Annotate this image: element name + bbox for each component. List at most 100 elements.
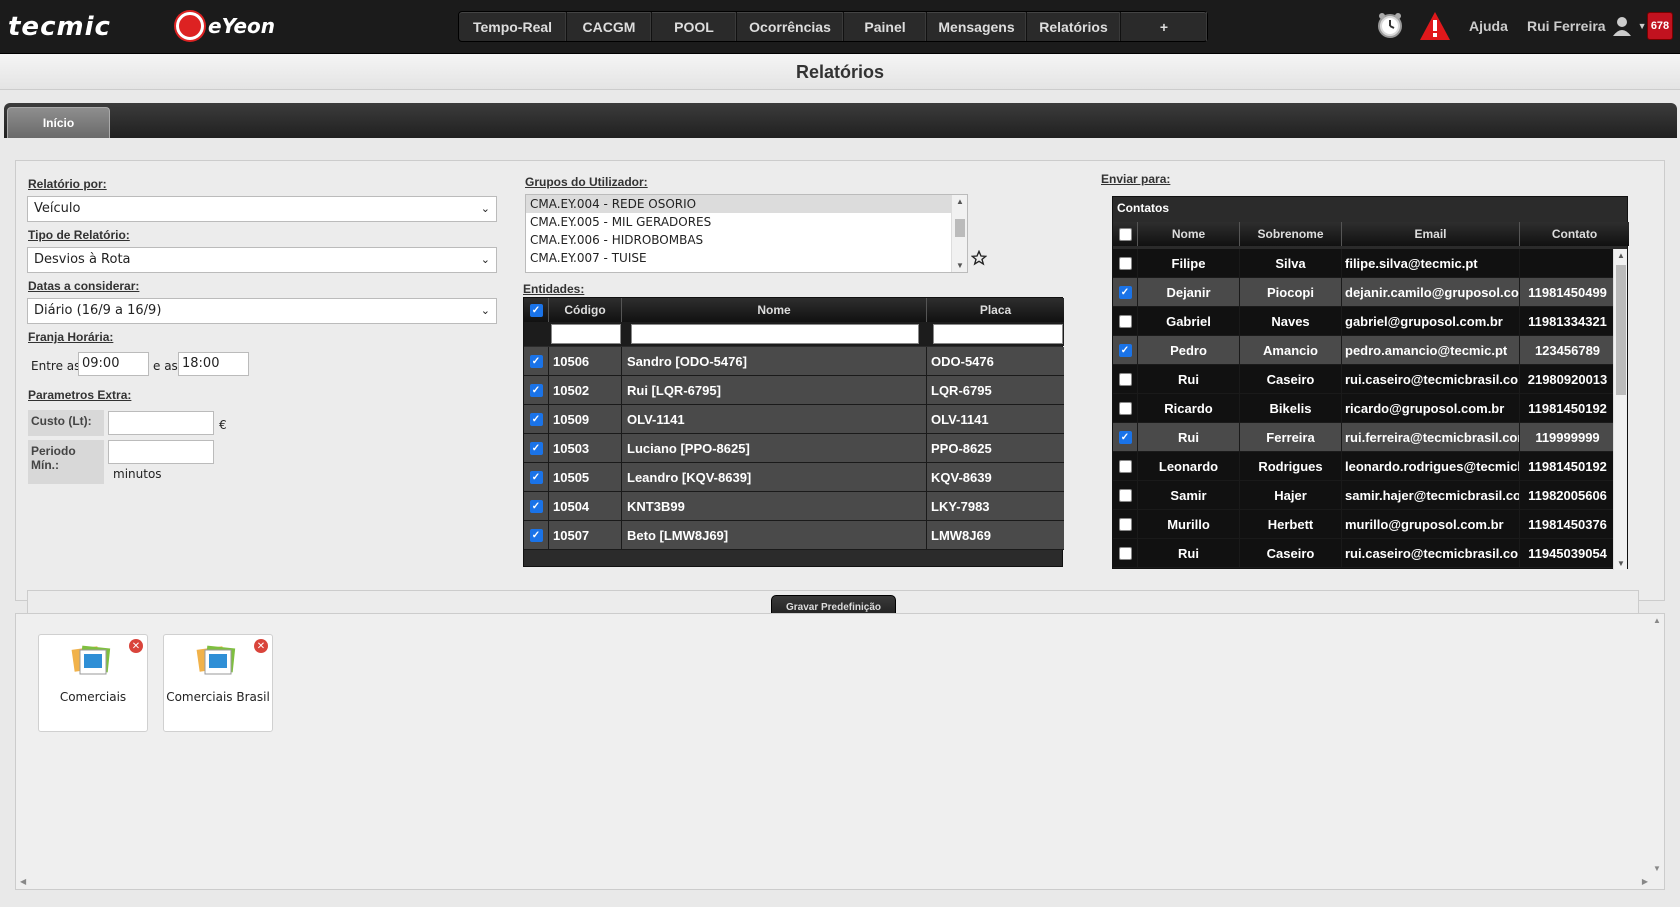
- scroll-down-icon[interactable]: ▼: [1614, 559, 1628, 568]
- table-row[interactable]: ✓ Dejanir Piocopi dejanir.camilo@gruposol.c…: [1113, 278, 1615, 307]
- row-checkbox[interactable]: [1118, 314, 1132, 328]
- from-time-input[interactable]: 09:00: [78, 352, 149, 376]
- table-row[interactable]: Rui Caseiro rui.caseiro@tecmicbrasil.com 11…: [1113, 539, 1615, 568]
- row-checkbox[interactable]: [1118, 517, 1132, 531]
- table-row[interactable]: Filipe Silva filipe.silva@tecmic.pt: [1113, 249, 1615, 278]
- groups-scrollbar[interactable]: ▲ ▼: [951, 195, 967, 272]
- scroll-down-icon[interactable]: ▼: [952, 261, 967, 270]
- table-row[interactable]: Leonardo Rodrigues leonardo.rodrigues@tecm…: [1113, 452, 1615, 481]
- delete-icon[interactable]: ✕: [254, 639, 268, 653]
- preset-card[interactable]: Comerciais ✕: [38, 634, 148, 732]
- table-row[interactable]: Gabriel Naves gabriel@gruposol.com.br 11981…: [1113, 307, 1615, 336]
- row-checkbox[interactable]: [1118, 256, 1132, 270]
- table-row[interactable]: Ricardo Bikelis ricardo@gruposol.com.br 119…: [1113, 394, 1615, 423]
- table-row[interactable]: ✓ 10504 KNT3B99 LKY-7983: [524, 492, 1064, 521]
- column-header-contato[interactable]: Contato: [1520, 222, 1629, 246]
- row-checkbox[interactable]: ✓: [529, 412, 543, 426]
- to-time-input[interactable]: 18:00: [178, 352, 249, 376]
- nav-more[interactable]: +: [1121, 12, 1207, 41]
- table-row[interactable]: Rui Caseiro rui.caseiro@tecmicbrasil.com 21…: [1113, 365, 1615, 394]
- presets-scrollbar[interactable]: ▲ ▼: [1650, 614, 1664, 889]
- star-icon[interactable]: [970, 249, 988, 271]
- row-checkbox[interactable]: [1118, 488, 1132, 502]
- table-row[interactable]: ✓ 10507 Beto [LMW8J69] LMW8J69: [524, 521, 1064, 550]
- group-option[interactable]: CMA.EY.004 - REDE OSORIO: [526, 195, 967, 213]
- alarm-clock-icon[interactable]: [1375, 10, 1405, 40]
- scroll-right-icon[interactable]: ▶: [1642, 877, 1648, 886]
- contacts-select-all[interactable]: [1113, 222, 1138, 246]
- nav-relat-rios[interactable]: Relatórios: [1027, 12, 1121, 41]
- row-checkbox[interactable]: ✓: [529, 441, 543, 455]
- report-type-select[interactable]: Desvios à Rota ⌄: [27, 247, 497, 273]
- filter-placa-input[interactable]: [933, 324, 1063, 344]
- filter-codigo-input[interactable]: [551, 324, 621, 344]
- row-checkbox[interactable]: ✓: [529, 383, 543, 397]
- tab-inicio[interactable]: Início: [7, 107, 110, 138]
- contacts-scrollbar[interactable]: ▲ ▼: [1613, 249, 1627, 570]
- row-checkbox[interactable]: ✓: [1118, 430, 1132, 444]
- column-header-nome[interactable]: Nome: [622, 298, 927, 322]
- chevron-down-icon: ⌄: [480, 304, 490, 317]
- table-row[interactable]: ✓ 10506 Sandro [ODO-5476] ODO-5476: [524, 347, 1064, 376]
- warning-icon[interactable]: [1418, 10, 1452, 42]
- row-checkbox[interactable]: [1118, 372, 1132, 386]
- dates-select[interactable]: Diário (16/9 a 16/9) ⌄: [27, 298, 497, 324]
- checkbox-select-all[interactable]: ✓: [529, 303, 543, 317]
- row-checkbox[interactable]: ✓: [1118, 343, 1132, 357]
- column-header-email[interactable]: Email: [1342, 222, 1520, 246]
- table-row[interactable]: Samir Hajer samir.hajer@tecmicbrasil.com 11…: [1113, 481, 1615, 510]
- checkbox-select-all[interactable]: [1118, 227, 1132, 241]
- preset-card[interactable]: Comerciais Brasil ✕: [163, 634, 273, 732]
- row-checkbox[interactable]: ✓: [1118, 285, 1132, 299]
- user-menu[interactable]: Rui Ferreira ▼: [1527, 10, 1647, 42]
- scroll-up-icon[interactable]: ▲: [952, 197, 967, 206]
- cost-input[interactable]: [108, 411, 214, 435]
- column-header-nome[interactable]: Nome: [1138, 222, 1240, 246]
- scroll-up-icon[interactable]: ▲: [1614, 251, 1628, 260]
- nav-pool[interactable]: POOL: [652, 12, 737, 41]
- scroll-down-icon[interactable]: ▼: [1650, 864, 1664, 873]
- cell-placa: LQR-6795: [931, 382, 992, 398]
- groups-listbox[interactable]: CMA.EY.004 - REDE OSORIO CMA.EY.005 - MIL…: [525, 194, 968, 273]
- scroll-left-icon[interactable]: ◀: [20, 877, 26, 886]
- group-option[interactable]: CMA.EY.006 - HIDROBOMBAS: [526, 231, 967, 249]
- row-checkbox[interactable]: ✓: [529, 354, 543, 368]
- notification-badge[interactable]: 678: [1647, 12, 1673, 40]
- scroll-up-icon[interactable]: ▲: [1650, 616, 1664, 625]
- cell-sobrenome: Bikelis: [1240, 394, 1342, 422]
- help-link[interactable]: Ajuda: [1469, 10, 1508, 42]
- eyeon-logo[interactable]: eYeon: [176, 10, 275, 42]
- row-checkbox[interactable]: [1118, 401, 1132, 415]
- nav-cacgm[interactable]: CACGM: [567, 12, 652, 41]
- tecmic-logo[interactable]: tecmic: [8, 12, 111, 42]
- delete-icon[interactable]: ✕: [129, 639, 143, 653]
- row-checkbox[interactable]: ✓: [529, 499, 543, 513]
- report-by-select[interactable]: Veículo ⌄: [27, 196, 497, 222]
- period-input[interactable]: [108, 440, 214, 464]
- table-row[interactable]: ✓ 10502 Rui [LQR-6795] LQR-6795: [524, 376, 1064, 405]
- nav-tempo-real[interactable]: Tempo-Real: [459, 12, 567, 41]
- table-row[interactable]: ✓ 10509 OLV-1141 OLV-1141: [524, 405, 1064, 434]
- table-row[interactable]: Murillo Herbett murillo@gruposol.com.br 119…: [1113, 510, 1615, 539]
- row-checkbox[interactable]: ✓: [529, 528, 543, 542]
- horizontal-scrollbar[interactable]: ◀ ▶: [16, 875, 1652, 889]
- nav-painel[interactable]: Painel: [844, 12, 927, 41]
- table-row[interactable]: ✓ Pedro Amancio pedro.amancio@tecmic.pt 1234…: [1113, 336, 1615, 365]
- column-header-sobrenome[interactable]: Sobrenome: [1240, 222, 1342, 246]
- row-checkbox[interactable]: [1118, 546, 1132, 560]
- cell-contato: 11982005606: [1528, 487, 1607, 503]
- table-row[interactable]: ✓ 10503 Luciano [PPO-8625] PPO-8625: [524, 434, 1064, 463]
- group-option[interactable]: CMA.EY.005 - MIL GERADORES: [526, 213, 967, 231]
- filter-nome-input[interactable]: [631, 324, 919, 344]
- entities-select-all[interactable]: ✓: [524, 298, 549, 322]
- column-header-codigo[interactable]: Código: [549, 298, 622, 322]
- group-option[interactable]: CMA.EY.007 - TUISE: [526, 249, 967, 267]
- nav-mensagens[interactable]: Mensagens: [927, 12, 1027, 41]
- table-row[interactable]: ✓ Rui Ferreira rui.ferreira@tecmicbrasil.co…: [1113, 423, 1615, 452]
- row-checkbox[interactable]: [1118, 459, 1132, 473]
- nav-ocorr-ncias[interactable]: Ocorrências: [737, 12, 844, 41]
- row-checkbox[interactable]: ✓: [529, 470, 543, 484]
- period-label: Periodo Mín.:: [28, 440, 104, 484]
- column-header-placa[interactable]: Placa: [927, 298, 1064, 322]
- table-row[interactable]: ✓ 10505 Leandro [KQV-8639] KQV-8639: [524, 463, 1064, 492]
